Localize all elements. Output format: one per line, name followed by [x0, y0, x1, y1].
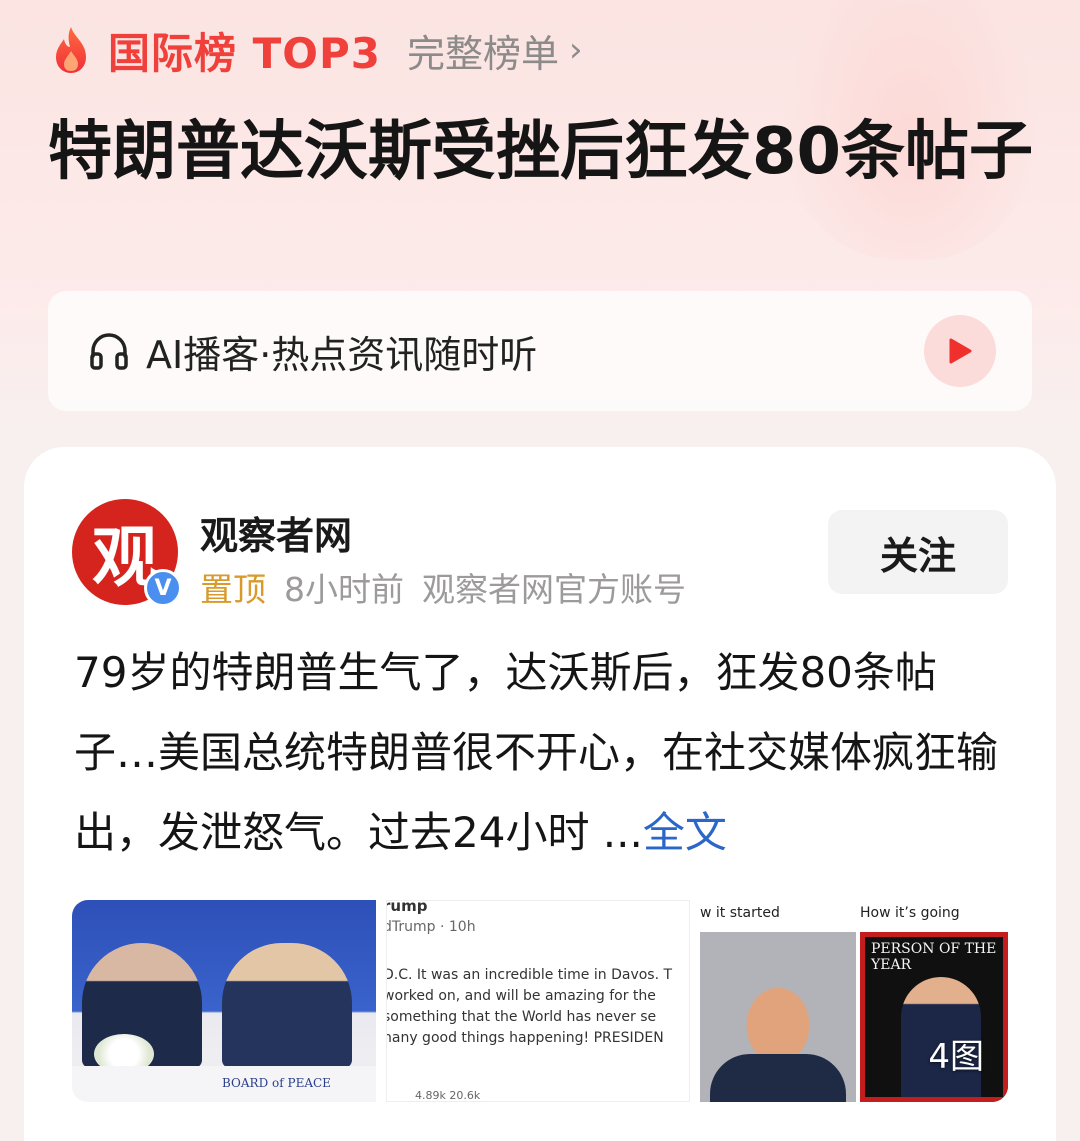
gallery-image-2[interactable]: rump dTrump · 10h D.C. It was an incredi…: [386, 900, 690, 1102]
ai-podcast-bar[interactable]: AI播客·热点资讯随时听: [48, 291, 1032, 411]
photo-caption: BOARD of PEACE: [72, 1066, 376, 1102]
headphones-icon: [90, 333, 128, 370]
screenshot-line: something that the World has never se: [386, 1009, 657, 1025]
post-card: 观 V 观察者网 置顶 8小时前 观察者网官方账号 关注 79岁的特朗普生气了，…: [24, 447, 1056, 1141]
full-list-label: 完整榜单: [406, 31, 559, 76]
pinned-badge: 置顶: [200, 570, 266, 609]
post-text: 79岁的特朗普生气了，达沃斯后，狂发80条帖子…美国总统特朗普很不开心，在社交媒…: [74, 648, 999, 857]
gallery-image-3[interactable]: w it started How it’s going PERSON OF TH…: [700, 900, 1008, 1102]
photo-mugshot: [700, 932, 856, 1102]
screenshot-line: D.C. It was an incredible time in Davos.…: [386, 967, 673, 983]
post-time: 8小时前: [284, 570, 404, 609]
account-description: 观察者网官方账号: [422, 570, 686, 609]
play-button[interactable]: [924, 315, 996, 387]
post-body[interactable]: 79岁的特朗普生气了，达沃斯后，狂发80条帖子…美国总统特朗普很不开心，在社交媒…: [74, 633, 1014, 873]
photo-suit: [710, 1054, 846, 1102]
photo-caption-right: How it’s going: [860, 905, 960, 921]
magazine-title: PERSON OF THE YEAR: [871, 941, 997, 973]
full-list-link[interactable]: 完整榜单 ›: [407, 23, 583, 78]
screenshot-line: worked on, and will be amazing for the: [386, 988, 656, 1004]
gallery-image-1[interactable]: BOARD of PEACE: [72, 900, 376, 1102]
flame-icon: [56, 27, 86, 73]
photo-person: [222, 943, 352, 1068]
post-ellipsis: ...: [602, 808, 643, 857]
play-icon: [949, 338, 972, 364]
follow-button[interactable]: 关注: [828, 510, 1008, 594]
screenshot-line: nany good things happening! PRESIDEN: [386, 1030, 664, 1046]
read-more-link[interactable]: 全文: [643, 808, 727, 857]
verified-badge-icon: V: [144, 569, 182, 607]
rank-header: 国际榜 TOP3 完整榜单 ›: [50, 22, 583, 78]
screenshot-line: rump: [386, 900, 428, 915]
screenshot-line: dTrump · 10h: [386, 919, 476, 935]
chevron-right-icon: ›: [569, 30, 583, 70]
photo-caption-left: w it started: [700, 905, 780, 921]
image-count-badge: 4图: [928, 1037, 984, 1077]
screenshot-line: 4.89k 20.6k: [415, 1089, 481, 1102]
podcast-text: AI播客·热点资讯随时听: [146, 332, 538, 377]
author-name[interactable]: 观察者网: [200, 505, 352, 560]
post-meta: 置顶 8小时前 观察者网官方账号: [200, 563, 686, 611]
rank-label: 国际榜 TOP3: [108, 28, 381, 78]
headline-title[interactable]: 特朗普达沃斯受挫后狂发80条帖子: [48, 108, 1038, 196]
image-gallery: BOARD of PEACE rump dTrump · 10h D.C. It…: [72, 900, 1008, 1102]
